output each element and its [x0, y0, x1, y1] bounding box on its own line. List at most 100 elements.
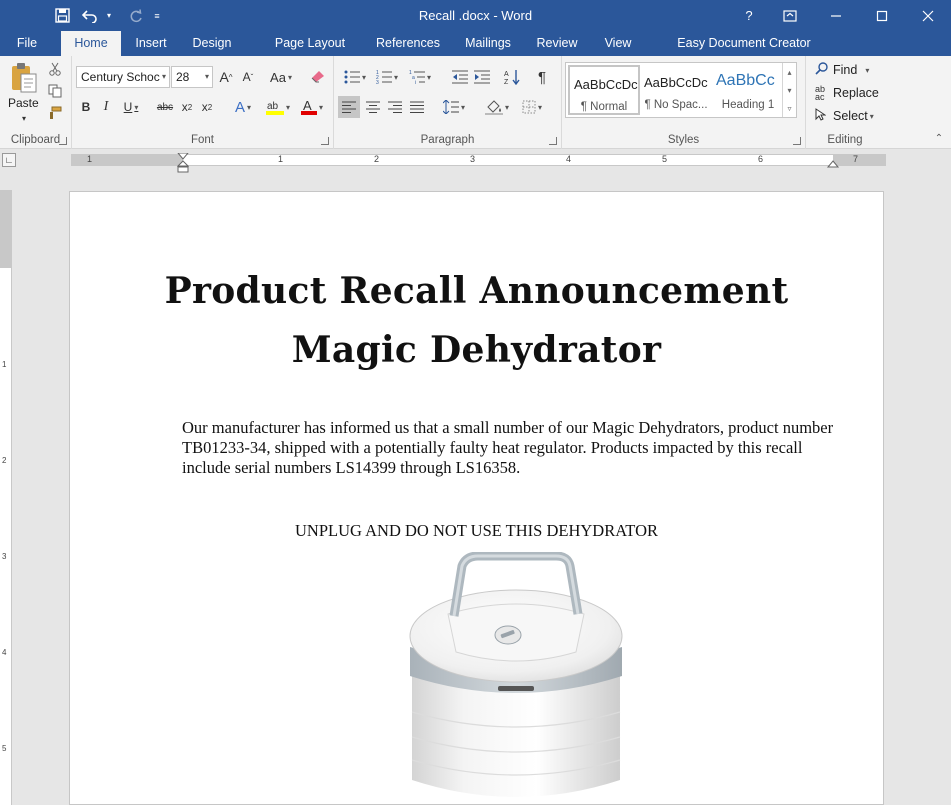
- minimize-icon[interactable]: [813, 0, 859, 31]
- cursor-icon: [815, 108, 833, 124]
- justify-icon[interactable]: [406, 96, 428, 118]
- style-name: ¶ No Spac...: [644, 99, 708, 111]
- horizontal-ruler-area: ∟ 1 1 2 3 4 5 6 7: [0, 150, 951, 173]
- borders-icon[interactable]: ▾: [516, 96, 548, 118]
- right-indent-marker-icon[interactable]: [827, 157, 839, 169]
- font-color-icon[interactable]: A ▾: [296, 96, 328, 118]
- grow-font-icon[interactable]: A ^: [216, 66, 236, 88]
- tab-page-layout[interactable]: Page Layout: [270, 31, 350, 56]
- tab-file[interactable]: File: [6, 31, 48, 56]
- font-name-combo[interactable]: Century Schoc ▾: [76, 66, 170, 88]
- paragraph-group-label: Paragraph: [420, 134, 475, 146]
- style-no-spacing[interactable]: AaBbCcDc ¶ No Spac...: [640, 65, 712, 115]
- multilevel-list-icon[interactable]: 1 a i ▾: [404, 66, 436, 88]
- align-right-icon[interactable]: [384, 96, 406, 118]
- style-normal[interactable]: AaBbCcDc ¶ Normal: [568, 65, 640, 115]
- ribbon-tabs: File Home Insert Design Page Layout Refe…: [0, 31, 951, 56]
- styles-launcher-icon[interactable]: [793, 137, 801, 145]
- document-subtitle[interactable]: Magic Dehydrator: [70, 329, 883, 371]
- style-heading-1[interactable]: AaBbCc Heading 1: [712, 65, 784, 115]
- ruler-number: 1: [278, 154, 284, 164]
- svg-text:3: 3: [376, 80, 379, 84]
- tab-design[interactable]: Design: [186, 31, 238, 56]
- maximize-icon[interactable]: [859, 0, 905, 31]
- bullets-icon[interactable]: ▾: [340, 66, 370, 88]
- cut-icon[interactable]: [46, 60, 64, 78]
- shrink-font-icon[interactable]: Aˇ: [238, 66, 258, 88]
- styles-group-label: Styles: [667, 134, 700, 146]
- replace-button[interactable]: ab ac Replace: [815, 83, 879, 103]
- document-page[interactable]: Product Recall Announcement Magic Dehydr…: [69, 191, 884, 805]
- replace-icon: ab ac: [815, 84, 826, 102]
- numbering-icon[interactable]: 1 2 3 ▾: [372, 66, 402, 88]
- line-spacing-icon[interactable]: ▾: [438, 96, 470, 118]
- increase-indent-icon[interactable]: [472, 66, 492, 88]
- format-painter-icon[interactable]: [46, 104, 64, 122]
- clear-formatting-icon[interactable]: [308, 66, 328, 88]
- tab-easy-document-creator[interactable]: Easy Document Creator: [665, 31, 823, 56]
- font-group: Century Schoc ▾ 28 ▾ A ^ Aˇ Aa ▾ B I U ▾ abc …: [72, 56, 334, 149]
- select-button[interactable]: Select ▾: [815, 106, 874, 126]
- document-warning[interactable]: UNPLUG AND DO NOT USE THIS DEHYDRATOR: [70, 521, 883, 541]
- superscript-icon[interactable]: x2: [198, 96, 216, 118]
- find-button[interactable]: Find ▾: [815, 60, 869, 80]
- align-left-icon[interactable]: [338, 96, 360, 118]
- subscript-icon[interactable]: x2: [178, 96, 196, 118]
- shading-icon[interactable]: ▾: [480, 96, 514, 118]
- search-icon: [815, 62, 833, 78]
- collapse-ribbon-icon[interactable]: ⌃: [932, 132, 946, 144]
- show-formatting-marks-icon[interactable]: ¶: [532, 66, 552, 88]
- text-effects-icon[interactable]: A ▾: [228, 96, 258, 118]
- clipboard-group: Paste ▾ Clipboard: [0, 56, 72, 149]
- font-launcher-icon[interactable]: [321, 137, 329, 145]
- tab-home[interactable]: Home: [61, 31, 121, 56]
- vertical-ruler-margin: [0, 190, 11, 268]
- ruler-number: 1: [87, 154, 93, 164]
- font-size-combo[interactable]: 28 ▾: [171, 66, 213, 88]
- strikethrough-icon[interactable]: abc: [154, 96, 176, 118]
- styles-scroll[interactable]: ▴ ▾ ▿: [782, 63, 796, 117]
- tab-view[interactable]: View: [598, 31, 638, 56]
- help-icon[interactable]: ?: [731, 0, 767, 31]
- horizontal-ruler[interactable]: 1 1 2 3 4 5 6 7: [71, 153, 886, 173]
- vertical-ruler[interactable]: 1 2 3 4 5: [0, 190, 12, 805]
- align-center-icon[interactable]: [362, 96, 384, 118]
- bold-icon[interactable]: B: [78, 96, 94, 118]
- document-body-paragraph[interactable]: Our manufacturer has informed us that a …: [182, 418, 837, 478]
- title-bar: ▾ ≡ Recall .docx - Word ?: [0, 0, 951, 31]
- editing-group-label: Editing: [827, 134, 863, 146]
- clipboard-launcher-icon[interactable]: [59, 137, 67, 145]
- copy-icon[interactable]: [46, 82, 64, 100]
- ruler-number: 1: [2, 360, 7, 369]
- close-icon[interactable]: [905, 0, 951, 31]
- more-styles-icon[interactable]: ▿: [787, 104, 791, 113]
- italic-icon[interactable]: I: [98, 96, 114, 118]
- highlight-color-icon[interactable]: ab ▾: [262, 96, 294, 118]
- ribbon-display-options-icon[interactable]: [767, 0, 813, 31]
- chevron-down-icon: ▾: [204, 72, 209, 81]
- dehydrator-image[interactable]: [406, 552, 626, 805]
- ribbon: Paste ▾ Clipboard Century Schoc ▾ 28 ▾ A ^ …: [0, 56, 951, 149]
- paste-icon[interactable]: [10, 62, 38, 94]
- underline-icon[interactable]: U ▾: [118, 96, 144, 118]
- change-case-icon[interactable]: Aa ▾: [266, 66, 296, 88]
- decrease-indent-icon[interactable]: [450, 66, 470, 88]
- paste-dropdown-icon[interactable]: ▾: [18, 112, 30, 124]
- chevron-down-icon[interactable]: ▾: [787, 86, 791, 95]
- tab-mailings[interactable]: Mailings: [459, 31, 517, 56]
- replace-label: Replace: [833, 86, 879, 100]
- sort-icon[interactable]: AZ: [502, 66, 522, 88]
- style-name: Heading 1: [721, 99, 775, 111]
- style-sample: AaBbCcDc: [574, 77, 638, 92]
- document-title[interactable]: Product Recall Announcement: [70, 270, 883, 312]
- tab-selector-icon[interactable]: ∟: [2, 153, 16, 167]
- tab-review[interactable]: Review: [532, 31, 582, 56]
- chevron-up-icon[interactable]: ▴: [787, 68, 791, 77]
- tab-references[interactable]: References: [372, 31, 444, 56]
- window-controls: ?: [731, 0, 951, 31]
- paste-button[interactable]: Paste: [8, 96, 39, 110]
- tab-insert[interactable]: Insert: [128, 31, 174, 56]
- indent-marker-icon[interactable]: [177, 153, 189, 173]
- font-name-value: Century Schoc: [81, 70, 160, 84]
- paragraph-launcher-icon[interactable]: [549, 137, 557, 145]
